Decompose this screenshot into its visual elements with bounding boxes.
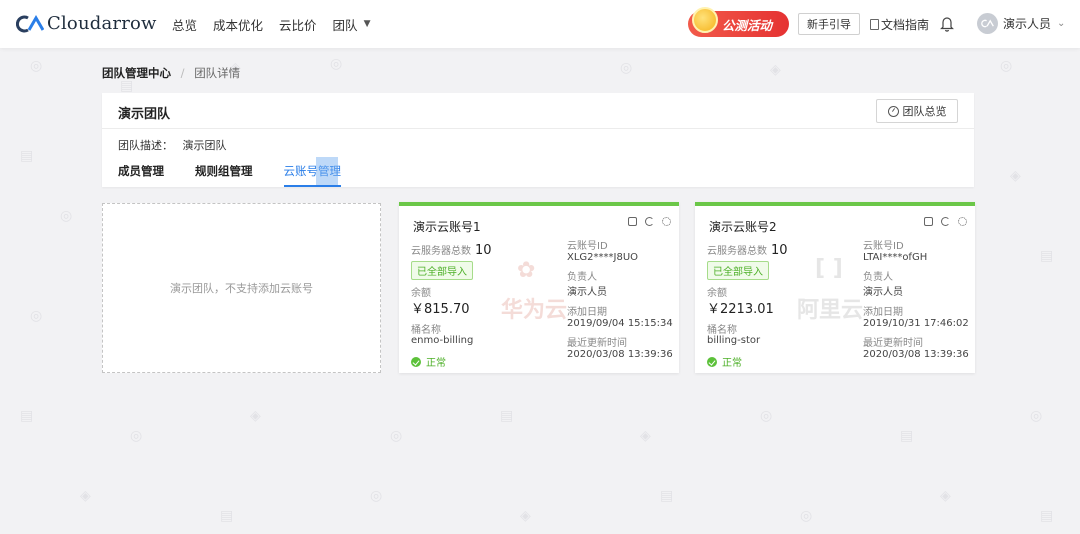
nav-cost-optimization[interactable]: 成本优化 xyxy=(213,15,263,34)
tab-rule-groups[interactable]: 规则组管理 xyxy=(195,163,253,187)
add-account-message: 演示团队，不支持添加云账号 xyxy=(170,282,313,295)
balance-label: 余额 xyxy=(411,288,431,299)
team-description-label: 团队描述： xyxy=(118,139,173,152)
card-actions xyxy=(620,217,671,226)
card-title: 演示云账号1 xyxy=(413,220,481,234)
refresh-icon[interactable] xyxy=(941,217,950,226)
team-panel: 演示团队 团队总览 团队描述： 演示团队 成员管理 规则组管理 云账号管理 xyxy=(102,93,974,187)
team-overview-button[interactable]: 团队总览 xyxy=(876,99,958,123)
added-date-value: 2019/09/04 15:15:34 xyxy=(567,318,673,329)
watermark-text: 华为云 xyxy=(501,298,568,323)
brand-name: Cloudarrow xyxy=(47,13,157,34)
top-navbar: Cloudarrow 总览 成本优化 云比价 团队 ▼ 公测活动 新手引导 文档… xyxy=(0,0,1080,48)
team-description: 团队描述： 演示团队 xyxy=(118,137,227,153)
account-status-label: 正常 xyxy=(722,358,742,369)
promo-button[interactable]: 公测活动 xyxy=(688,7,789,37)
promo-label: 公测活动 xyxy=(722,17,773,33)
updated-time-label: 最近更新时间 xyxy=(863,338,923,349)
updated-time-value: 2020/03/08 13:39:36 xyxy=(863,349,969,360)
added-date-label: 添加日期 xyxy=(863,307,903,318)
user-name: 演示人员 xyxy=(1003,17,1052,31)
added-date-label: 添加日期 xyxy=(567,307,607,318)
team-tabs: 成员管理 规则组管理 云账号管理 xyxy=(118,157,372,187)
server-count-label: 云服务器总数 xyxy=(707,246,767,257)
gear-icon[interactable] xyxy=(958,217,967,226)
caret-down-icon: ▼ xyxy=(363,19,371,29)
docs-link[interactable]: 文档指南 xyxy=(870,16,929,33)
updated-time-label: 最近更新时间 xyxy=(567,338,627,349)
cloud-account-card[interactable]: ✿ 华为云 演示云账号1 云服务器总数 10 已全部导入 余额 ￥815.70 桶… xyxy=(399,202,679,373)
check-circle-icon xyxy=(707,356,717,367)
guide-button[interactable]: 新手引导 xyxy=(798,13,860,35)
add-account-placeholder[interactable]: 演示团队，不支持添加云账号 xyxy=(102,203,381,373)
huawei-logo-icon: ✿ xyxy=(517,258,536,283)
coin-icon xyxy=(692,7,718,33)
nav-team-label: 团队 xyxy=(332,17,358,33)
team-title: 演示团队 xyxy=(118,107,171,122)
aliyun-logo-icon: [ ] xyxy=(815,256,843,281)
import-status-tag: 已全部导入 xyxy=(707,261,769,280)
server-count: 云服务器总数 10 xyxy=(707,242,788,258)
breadcrumb-separator: / xyxy=(180,66,185,80)
server-count-value: 10 xyxy=(475,243,492,258)
owner-label: 负责人 xyxy=(863,272,893,283)
team-description-value: 演示团队 xyxy=(182,139,227,152)
text-selection-highlight xyxy=(315,157,338,187)
refresh-icon[interactable] xyxy=(645,217,654,226)
gear-icon[interactable] xyxy=(662,217,671,226)
account-status: 正常 xyxy=(707,354,742,369)
owner-value: 演示人员 xyxy=(567,287,607,298)
owner-label: 负责人 xyxy=(567,272,597,283)
user-menu[interactable]: 演示人员 ⌄ xyxy=(977,13,1065,34)
document-icon xyxy=(870,19,879,30)
added-date-value: 2019/10/31 17:46:02 xyxy=(863,318,969,329)
account-status: 正常 xyxy=(411,354,446,369)
nav-team[interactable]: 团队 ▼ xyxy=(333,15,371,34)
account-id-label: 云账号ID xyxy=(863,241,904,252)
tab-members[interactable]: 成员管理 xyxy=(118,163,164,187)
nav-price-compare[interactable]: 云比价 xyxy=(279,15,317,34)
breadcrumb: 团队管理中心 / 团队详情 xyxy=(102,65,240,81)
team-overview-label: 团队总览 xyxy=(902,105,947,118)
breadcrumb-current: 团队详情 xyxy=(194,66,241,80)
server-count-value: 10 xyxy=(771,243,788,258)
check-circle-icon xyxy=(411,356,421,367)
balance-label: 余额 xyxy=(707,288,727,299)
owner-value: 演示人员 xyxy=(863,287,903,298)
card-actions xyxy=(916,217,967,226)
account-id-value: LTAI****ofGH xyxy=(863,252,928,263)
team-header: 演示团队 团队总览 xyxy=(102,93,974,129)
watermark-text: 阿里云 xyxy=(797,298,864,323)
server-count-label: 云服务器总数 xyxy=(411,246,471,257)
docs-label: 文档指南 xyxy=(881,18,930,32)
balance-value: ￥2213.01 xyxy=(707,302,774,317)
updated-time-value: 2020/03/08 13:39:36 xyxy=(567,349,673,360)
account-status-label: 正常 xyxy=(426,358,446,369)
chevron-down-icon: ⌄ xyxy=(1057,18,1066,29)
avatar-logo-icon xyxy=(981,19,994,28)
server-count: 云服务器总数 10 xyxy=(411,242,492,258)
cloud-account-card[interactable]: [ ] 阿里云 演示云账号2 云服务器总数 10 已全部导入 余额 ￥2213.0… xyxy=(695,202,975,373)
account-id-value: XLG2****J8UO xyxy=(567,252,639,263)
bucket-label: 桶名称 xyxy=(707,325,737,336)
card-title: 演示云账号2 xyxy=(709,220,777,234)
logo[interactable]: Cloudarrow xyxy=(16,13,157,34)
cloudarrow-logo-icon xyxy=(16,14,44,32)
main-nav: 总览 成本优化 云比价 团队 ▼ xyxy=(172,0,386,48)
trash-icon[interactable] xyxy=(628,217,637,226)
tab-cloud-accounts[interactable]: 云账号管理 xyxy=(283,157,341,187)
account-id-label: 云账号ID xyxy=(567,241,608,252)
balance-value: ￥815.70 xyxy=(411,302,470,317)
avatar xyxy=(977,13,998,34)
gauge-icon xyxy=(887,105,899,117)
trash-icon[interactable] xyxy=(924,217,933,226)
bucket-value: enmo-billing xyxy=(411,335,474,346)
bucket-label: 桶名称 xyxy=(411,325,441,336)
breadcrumb-root[interactable]: 团队管理中心 xyxy=(102,66,171,80)
nav-overview[interactable]: 总览 xyxy=(172,15,197,34)
bell-icon[interactable] xyxy=(940,16,954,32)
import-status-tag: 已全部导入 xyxy=(411,261,473,280)
bucket-value: billing-stor xyxy=(707,335,761,346)
